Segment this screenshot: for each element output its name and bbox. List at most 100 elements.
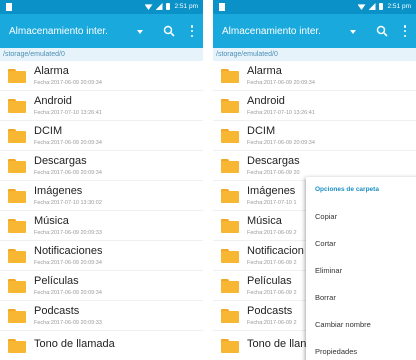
- folder-date: Fecha:2017-06-09 2: [247, 260, 297, 266]
- folder-icon: [8, 158, 26, 173]
- folder-icon: [8, 248, 26, 263]
- dropdown-arrow-icon[interactable]: [137, 30, 143, 34]
- path-breadcrumb: /storage/emulated/0: [213, 48, 416, 61]
- folder-icon: [8, 338, 26, 353]
- folder-name: Notificaciones: [34, 245, 103, 257]
- status-bar: 2:51 pm: [0, 0, 203, 14]
- folder-name: DCIM: [247, 125, 276, 137]
- folder-icon: [221, 278, 239, 293]
- wifi-icon: [144, 4, 153, 10]
- folder-icon: [221, 338, 239, 353]
- search-icon[interactable]: [376, 25, 388, 37]
- status-icons: 2:51 pm: [357, 3, 412, 10]
- menu-item-erase[interactable]: Borrar: [306, 284, 416, 311]
- folder-name: DCIM: [34, 125, 63, 137]
- menu-title: Opciones de carpeta: [315, 186, 379, 193]
- folder-date: Fecha:2017-06-09 20:09:34: [34, 290, 102, 296]
- folder-name: Música: [34, 215, 69, 227]
- list-item[interactable]: Notificaciones Fecha:2017-06-09 20:09:34: [0, 241, 203, 271]
- menu-item-cut[interactable]: Cortar: [306, 230, 416, 257]
- folder-icon: [221, 308, 239, 323]
- list-item[interactable]: Android Fecha:2017-07-10 13:26:41: [0, 91, 203, 121]
- folder-date: Fecha:2017-06-09 20:09:34: [34, 170, 102, 176]
- folder-icon: [221, 98, 239, 113]
- list-item[interactable]: DCIM Fecha:2017-06-09 20:09:34: [213, 121, 416, 151]
- folder-name: Podcasts: [34, 305, 80, 317]
- folder-date: Fecha:2017-06-09 20:09:34: [34, 140, 102, 146]
- folder-icon: [221, 158, 239, 173]
- app-bar: Almacenamiento inter.: [213, 14, 416, 48]
- folder-name: Imágenes: [247, 185, 296, 197]
- app-title[interactable]: Almacenamiento inter.: [9, 26, 108, 37]
- folder-name: Imágenes: [34, 185, 83, 197]
- status-time: 2:51 pm: [387, 3, 412, 10]
- folder-date: Fecha:2017-06-09 2: [247, 320, 297, 326]
- folder-date: Fecha:2017-07-10 13:26:41: [247, 110, 315, 116]
- folder-date: Fecha:2017-06-09 20:09:34: [247, 140, 315, 146]
- folder-name: Descargas: [247, 155, 300, 167]
- battery-icon: [165, 3, 170, 10]
- folder-icon: [8, 188, 26, 203]
- menu-item-delete[interactable]: Eliminar: [306, 257, 416, 284]
- folder-icon: [8, 218, 26, 233]
- notification-icon: [219, 3, 225, 11]
- folder-date: Fecha:2017-06-09 20:09:34: [34, 80, 102, 86]
- status-bar: 2:51 pm: [213, 0, 416, 14]
- folder-icon: [221, 188, 239, 203]
- dropdown-arrow-icon[interactable]: [350, 30, 356, 34]
- folder-name: Android: [247, 95, 285, 107]
- folder-date: Fecha:2017-07-10 13:30:02: [34, 200, 102, 206]
- more-vert-icon[interactable]: [190, 25, 194, 37]
- status-icons: 2:51 pm: [144, 3, 198, 10]
- folder-date: Fecha:2017-06-09 20: [247, 170, 300, 176]
- path-breadcrumb: /storage/emulated/0: [0, 48, 203, 61]
- folder-list: Alarma Fecha:2017-06-09 20:09:34 Android F…: [0, 61, 203, 360]
- folder-date: Fecha:2017-06-09 2: [247, 290, 297, 296]
- list-item[interactable]: Música Fecha:2017-06-09 20:09:33: [0, 211, 203, 241]
- folder-name: Podcasts: [247, 305, 293, 317]
- folder-icon: [8, 98, 26, 113]
- list-item[interactable]: Alarma Fecha:2017-06-09 20:09:34: [213, 61, 416, 91]
- folder-icon: [8, 68, 26, 83]
- folder-icon: [221, 68, 239, 83]
- list-item[interactable]: DCIM Fecha:2017-06-09 20:09:34: [0, 121, 203, 151]
- menu-item-rename[interactable]: Cambiar nombre: [306, 311, 416, 338]
- folder-name: Música: [247, 215, 282, 227]
- folder-name: Películas: [247, 275, 292, 287]
- battery-icon: [378, 3, 383, 10]
- wifi-icon: [357, 4, 366, 10]
- app-title[interactable]: Almacenamiento inter.: [222, 26, 321, 37]
- folder-icon: [8, 128, 26, 143]
- signal-icon: [368, 3, 376, 10]
- list-item[interactable]: Descargas Fecha:2017-06-09 20:09:34: [0, 151, 203, 181]
- list-item[interactable]: Imágenes Fecha:2017-07-10 13:30:02: [0, 181, 203, 211]
- folder-icon: [221, 218, 239, 233]
- folder-name: Alarma: [247, 65, 282, 77]
- folder-name: Notificacion: [247, 245, 304, 257]
- search-icon[interactable]: [163, 25, 175, 37]
- list-item[interactable]: Alarma Fecha:2017-06-09 20:09:34: [0, 61, 203, 91]
- folder-date: Fecha:2017-06-09 20:09:33: [34, 320, 102, 326]
- menu-item-copy[interactable]: Copiar: [306, 203, 416, 230]
- notification-icon: [6, 3, 12, 11]
- folder-icon: [8, 308, 26, 323]
- list-item[interactable]: Tono de llamada: [0, 331, 203, 360]
- folder-date: Fecha:2017-06-09 20:09:33: [34, 230, 102, 236]
- list-item[interactable]: Películas Fecha:2017-06-09 20:09:34: [0, 271, 203, 301]
- folder-icon: [221, 128, 239, 143]
- folder-name: Tono de llamada: [34, 338, 115, 350]
- folder-icon: [221, 248, 239, 263]
- app-bar: Almacenamiento inter.: [0, 14, 203, 48]
- folder-name: Tono de llan: [247, 338, 307, 350]
- list-item[interactable]: Android Fecha:2017-07-10 13:26:41: [213, 91, 416, 121]
- folder-name: Descargas: [34, 155, 87, 167]
- left-screen: 2:51 pm Almacenamiento inter. /storage/e…: [0, 0, 203, 360]
- folder-date: Fecha:2017-06-09 2: [247, 230, 297, 236]
- folder-options-menu: Opciones de carpeta Copiar Cortar Elimin…: [306, 177, 416, 360]
- more-vert-icon[interactable]: [403, 25, 407, 37]
- folder-name: Alarma: [34, 65, 69, 77]
- menu-item-properties[interactable]: Propiedades: [306, 338, 416, 360]
- list-item[interactable]: Podcasts Fecha:2017-06-09 20:09:33: [0, 301, 203, 331]
- folder-date: Fecha:2017-06-09 20:09:34: [34, 260, 102, 266]
- folder-date: Fecha:2017-06-09 20:09:34: [247, 80, 315, 86]
